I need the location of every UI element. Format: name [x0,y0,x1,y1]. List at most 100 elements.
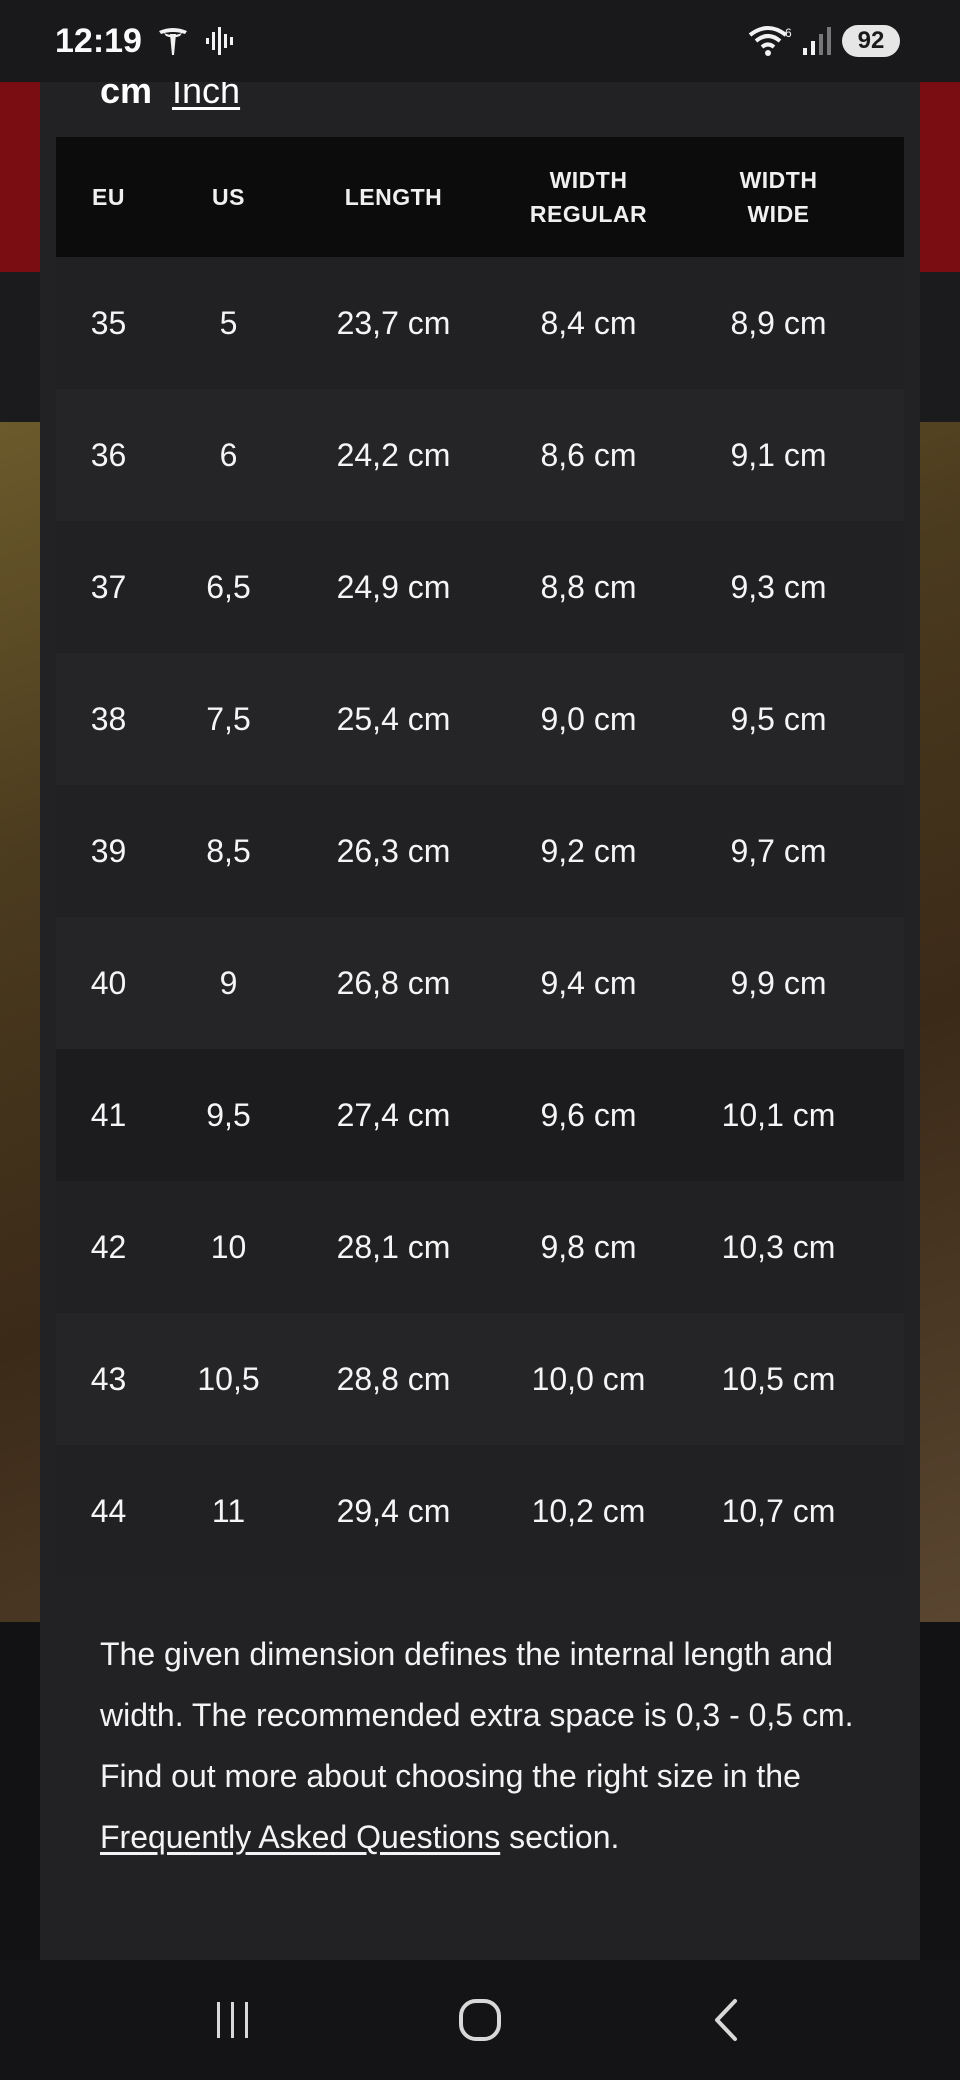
cell-eu: 39 [90,832,127,869]
status-bar: 12:19 6 92 [0,0,960,82]
cell-length: 26,3 cm [336,832,451,869]
header-width-regular-line2: REGULAR [529,201,648,227]
cell-eu: 40 [90,964,127,1001]
cell-length: 29,4 cm [336,1492,451,1529]
table-row: 43 10,5 28,8 cm 10,0 cm 10,5 cm [56,1313,904,1445]
table-row: 36 6 24,2 cm 8,6 cm 9,1 cm [56,389,904,521]
cell-us: 9 [219,964,238,1001]
header-width-regular-line1: WIDTH [549,167,628,193]
cell-eu: 36 [90,436,127,473]
cell-us: 8,5 [206,832,251,869]
svg-text:6: 6 [785,26,792,40]
cell-us: 6,5 [206,568,251,605]
table-row: 37 6,5 24,9 cm 8,8 cm 9,3 cm [56,521,904,653]
cell-overflow [871,521,904,653]
cell-width-wide: 9,9 cm [730,964,827,1001]
cell-width-wide: 10,5 cm [721,1360,836,1397]
wifi-icon: 6 [748,25,792,57]
audio-icon [204,26,238,56]
unit-cm-tab[interactable]: cm [100,82,152,112]
cell-us: 10,5 [197,1360,260,1397]
cell-length: 25,4 cm [336,700,451,737]
cell-width-regular: 8,6 cm [540,436,637,473]
unit-inch-tab[interactable]: Inch [172,82,240,112]
navigation-bar [0,1960,960,2080]
header-overflow [871,137,904,257]
back-icon[interactable] [687,1980,767,2060]
battery-indicator: 92 [842,25,900,57]
cell-width-wide: 10,7 cm [721,1492,836,1529]
cell-width-regular: 8,4 cm [540,304,637,341]
cell-length: 28,8 cm [336,1360,451,1397]
table-header-row: EU US LENGTH WIDTH REGULAR WIDTH WIDE [56,137,904,257]
cell-us: 6 [219,436,238,473]
cell-length: 24,2 cm [336,436,451,473]
note-text-after: section. [500,1819,620,1855]
cell-us: 9,5 [206,1096,251,1133]
header-width-wide: WIDTH WIDE [686,137,871,257]
screen: 12:19 6 92 cm Inch EU US LENGTH WIDTH RE… [0,0,960,2080]
cell-length: 28,1 cm [336,1228,451,1265]
note-text-before: The given dimension defines the internal… [100,1636,854,1794]
cell-overflow [871,1313,904,1445]
cell-eu: 44 [90,1492,127,1529]
cell-overflow [871,257,904,389]
cell-eu: 42 [90,1228,127,1265]
header-width-wide-line1: WIDTH [739,167,818,193]
cell-overflow [871,1445,904,1577]
cell-width-regular: 10,0 cm [531,1360,646,1397]
cell-eu: 43 [90,1360,127,1397]
cell-overflow [871,1049,904,1181]
table-row: 39 8,5 26,3 cm 9,2 cm 9,7 cm [56,785,904,917]
header-us: US [212,184,245,210]
tesla-icon [156,24,190,58]
home-icon[interactable] [440,1980,520,2060]
cell-eu: 38 [90,700,127,737]
cell-width-regular: 9,2 cm [540,832,637,869]
status-time: 12:19 [55,21,142,60]
cell-width-regular: 9,8 cm [540,1228,637,1265]
cell-eu: 41 [90,1096,127,1133]
unit-toggle: cm Inch [100,82,240,112]
cell-length: 26,8 cm [336,964,451,1001]
status-left: 12:19 [55,22,238,61]
table-row: 41 9,5 27,4 cm 9,6 cm 10,1 cm [56,1049,904,1181]
cell-us: 11 [211,1492,246,1529]
cell-width-wide: 9,7 cm [730,832,827,869]
cell-overflow [871,1181,904,1313]
cell-overflow [871,917,904,1049]
cell-us: 7,5 [206,700,251,737]
cell-width-wide: 9,1 cm [730,436,827,473]
cell-length: 24,9 cm [336,568,451,605]
cell-width-regular: 9,0 cm [540,700,637,737]
cell-length: 23,7 cm [336,304,451,341]
table-row: 35 5 23,7 cm 8,4 cm 8,9 cm [56,257,904,389]
header-width-wide-line2: WIDE [747,201,810,227]
cell-width-wide: 10,1 cm [721,1096,836,1133]
faq-link[interactable]: Frequently Asked Questions [100,1819,500,1855]
cell-width-wide: 9,3 cm [730,568,827,605]
cell-width-regular: 8,8 cm [540,568,637,605]
status-right: 6 92 [748,25,900,57]
table-row: 40 9 26,8 cm 9,4 cm 9,9 cm [56,917,904,1049]
table-row: 42 10 28,1 cm 9,8 cm 10,3 cm [56,1181,904,1313]
cell-width-regular: 10,2 cm [531,1492,646,1529]
cell-overflow [871,653,904,785]
header-length: LENGTH [344,184,443,210]
cell-us: 5 [219,304,238,341]
size-guide-sheet[interactable]: cm Inch EU US LENGTH WIDTH REGULAR WIDTH… [40,82,920,1960]
size-note: The given dimension defines the internal… [100,1624,880,1868]
cell-width-wide: 8,9 cm [730,304,827,341]
header-width-regular: WIDTH REGULAR [491,137,686,257]
header-eu: EU [92,184,125,210]
cell-width-wide: 9,5 cm [730,700,827,737]
cell-width-regular: 9,4 cm [540,964,637,1001]
cell-eu: 35 [90,304,127,341]
signal-icon [802,26,832,56]
cell-length: 27,4 cm [336,1096,451,1133]
table-row: 38 7,5 25,4 cm 9,0 cm 9,5 cm [56,653,904,785]
cell-width-wide: 10,3 cm [721,1228,836,1265]
cell-us: 10 [210,1228,247,1265]
recents-icon[interactable] [193,1980,273,2060]
cell-width-regular: 9,6 cm [540,1096,637,1133]
